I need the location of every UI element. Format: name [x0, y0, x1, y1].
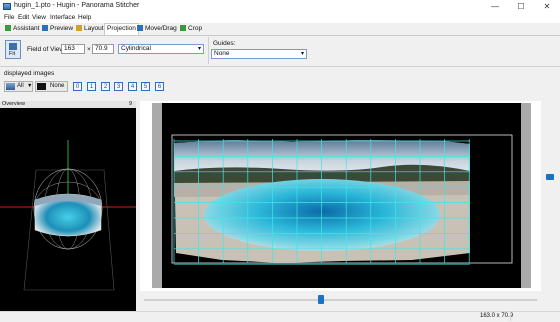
none-images-icon	[37, 83, 46, 90]
window-title: hugin_1.pto - Hugin - Panorama Stitcher	[14, 2, 140, 9]
assistant-icon	[5, 25, 11, 31]
image-toggle-6[interactable]: 6	[155, 82, 164, 91]
tab-assistant[interactable]: Assistant	[3, 24, 41, 34]
none-images-button[interactable]: None	[35, 81, 68, 92]
image-toggle-5[interactable]: 5	[141, 82, 150, 91]
overview-sphere-view	[0, 140, 136, 291]
vertical-slider-thumb[interactable]	[546, 174, 554, 180]
preview-icon	[42, 25, 48, 31]
tab-layout[interactable]: Layout	[74, 24, 106, 34]
tab-move-drag[interactable]: Move/Drag	[135, 24, 179, 34]
app-icon	[3, 3, 11, 10]
maximize-button[interactable]: ☐	[508, 0, 534, 13]
status-divider	[510, 311, 511, 321]
chevron-down-icon: ▾	[300, 51, 304, 57]
status-bar: 163.0 x 70.9	[0, 311, 560, 322]
image-toggle-1[interactable]: 1	[87, 82, 96, 91]
image-toggle-4[interactable]: 4	[128, 82, 137, 91]
horizontal-slider-track[interactable]	[144, 299, 537, 301]
minimize-button[interactable]: —	[482, 0, 508, 13]
fov-horizontal-input[interactable]: 163	[61, 44, 85, 54]
move-drag-icon	[137, 25, 143, 31]
image-toggle-0[interactable]: 0	[73, 82, 82, 91]
menu-edit[interactable]: Edit	[18, 14, 29, 21]
projection-select[interactable]: Cylindrical ▾	[118, 44, 204, 54]
tab-bar: Assistant Preview Layout Projection Move…	[0, 23, 560, 36]
tab-projection[interactable]: Projection	[104, 23, 139, 35]
displayed-images-label: displayed images	[4, 70, 55, 77]
panorama-spring	[204, 179, 440, 251]
all-images-icon	[6, 83, 15, 90]
horizontal-slider-thumb[interactable]	[318, 295, 324, 304]
vertical-slider-track[interactable]	[541, 101, 560, 291]
guides-select[interactable]: None ▾	[211, 49, 307, 59]
menu-bar: File Edit View Interface Help	[0, 13, 560, 23]
preview-canvas[interactable]	[162, 103, 521, 288]
chevron-down-icon: ▾	[197, 46, 201, 52]
fov-separator: ×	[87, 46, 91, 53]
fov-vertical-input[interactable]: 70.9	[92, 44, 114, 54]
fit-label: Fit	[9, 51, 16, 57]
crop-icon	[180, 25, 186, 31]
menu-view[interactable]: View	[32, 14, 46, 21]
image-toggle-3[interactable]: 3	[114, 82, 123, 91]
toolbar-separator	[0, 66, 560, 67]
fit-button[interactable]: Fit	[5, 40, 21, 59]
horizontal-slider-area[interactable]	[140, 291, 541, 310]
dropdown-arrow-icon: ▼	[27, 83, 33, 89]
fit-icon	[9, 43, 17, 50]
menu-file[interactable]: File	[4, 14, 14, 21]
tab-crop[interactable]: Crop	[178, 24, 204, 34]
menu-help[interactable]: Help	[78, 14, 91, 21]
guides-label: Guides:	[213, 40, 236, 47]
close-button[interactable]: ✕	[534, 0, 560, 13]
tab-preview[interactable]: Preview	[40, 24, 75, 34]
title-bar: hugin_1.pto - Hugin - Panorama Stitcher …	[0, 0, 560, 14]
overview-header: Overview 9	[0, 101, 136, 108]
layout-icon	[76, 25, 82, 31]
image-toggle-2[interactable]: 2	[101, 82, 110, 91]
panorama-preview	[171, 134, 513, 265]
toolbar-divider	[208, 37, 209, 64]
overview-panel[interactable]	[0, 108, 136, 316]
overview-badge: 9	[129, 101, 133, 107]
fov-readout: 163.0 x 70.9	[480, 313, 514, 319]
all-images-button[interactable]: All ▼	[4, 81, 33, 92]
overview-label: Overview	[2, 101, 25, 107]
menu-interface[interactable]: Interface	[50, 14, 75, 21]
